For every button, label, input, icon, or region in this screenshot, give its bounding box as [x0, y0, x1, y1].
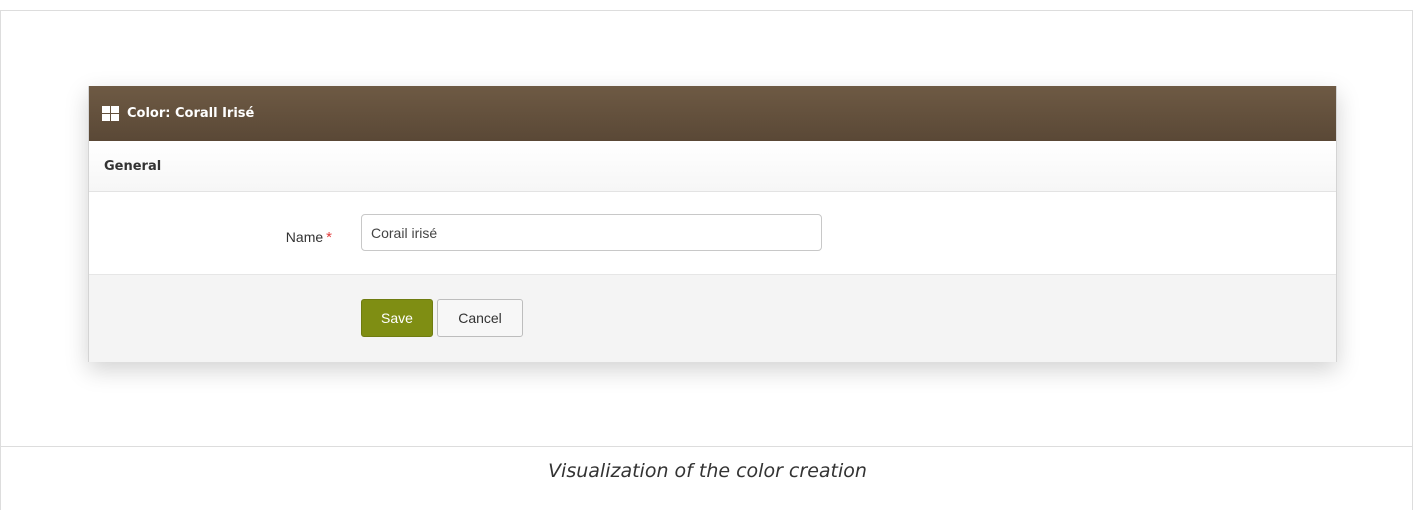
- panel-header: Color: Corall Irisé: [89, 86, 1336, 141]
- required-marker: *: [326, 229, 332, 246]
- panel-title: Color: Corall Irisé: [127, 106, 255, 121]
- name-label: Name *: [286, 229, 332, 246]
- save-button[interactable]: Save: [361, 299, 433, 337]
- cancel-button[interactable]: Cancel: [437, 299, 523, 337]
- name-form-row: Name *: [89, 192, 1336, 275]
- name-input[interactable]: [361, 214, 822, 251]
- figure-caption: Visualization of the color creation: [548, 460, 867, 482]
- grid-icon: [102, 106, 119, 121]
- color-edit-panel: Color: Corall Irisé General Name* Save C…: [88, 86, 1337, 362]
- form-actions: Save Cancel: [89, 275, 1336, 362]
- section-title: General: [104, 158, 162, 174]
- caption-divider: [1, 446, 1412, 447]
- name-label-text: Name: [285, 229, 324, 245]
- section-general: General: [89, 141, 1336, 192]
